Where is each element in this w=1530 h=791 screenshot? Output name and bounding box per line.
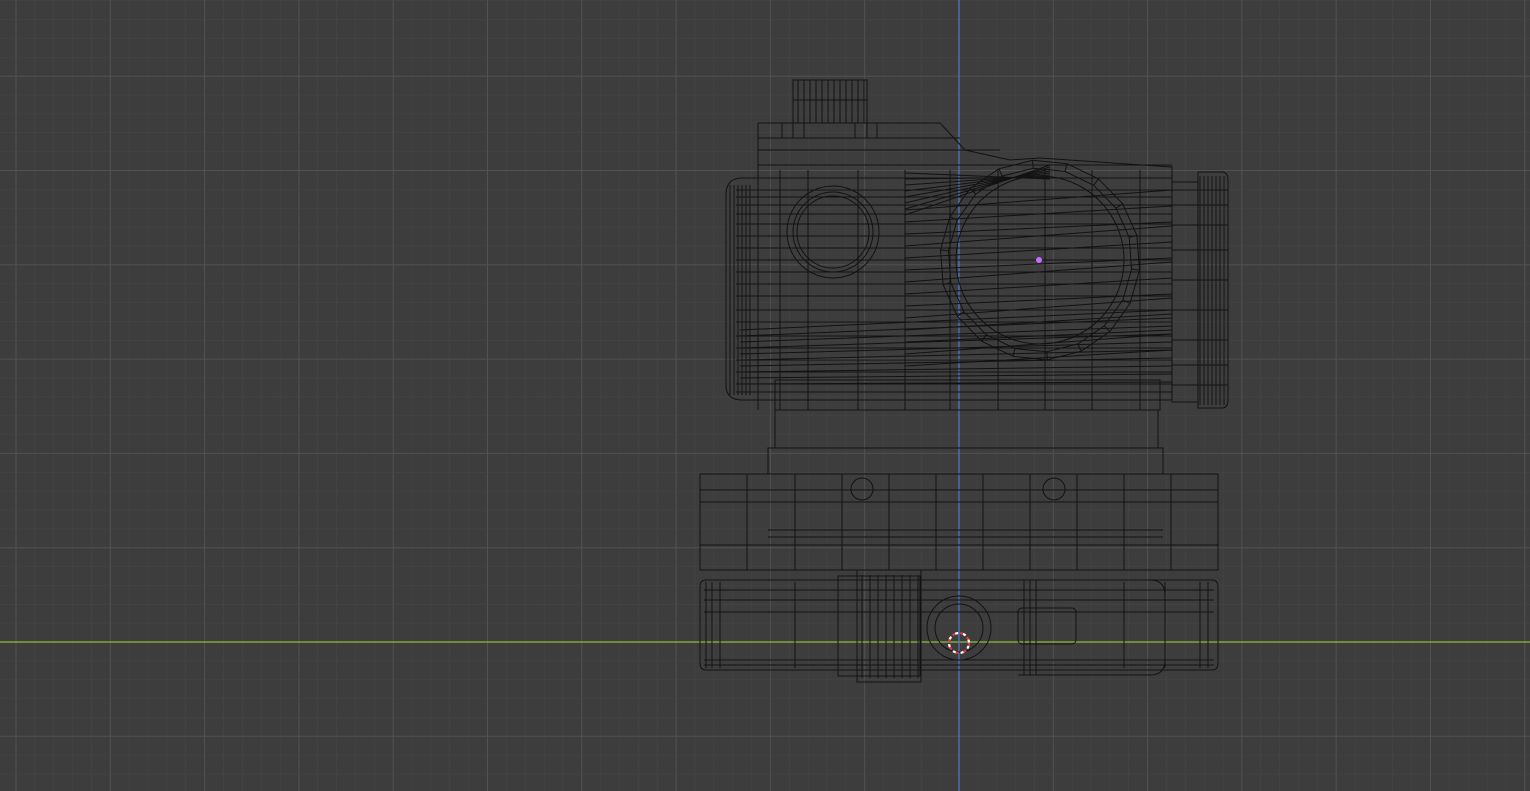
- object-origin-dot[interactable]: [1036, 257, 1042, 263]
- 3d-viewport[interactable]: [0, 0, 1530, 791]
- lens-facet: [1046, 351, 1048, 360]
- viewport-background: [0, 0, 1530, 791]
- lens-facet: [1032, 160, 1034, 169]
- viewport-canvas[interactable]: [0, 0, 1530, 791]
